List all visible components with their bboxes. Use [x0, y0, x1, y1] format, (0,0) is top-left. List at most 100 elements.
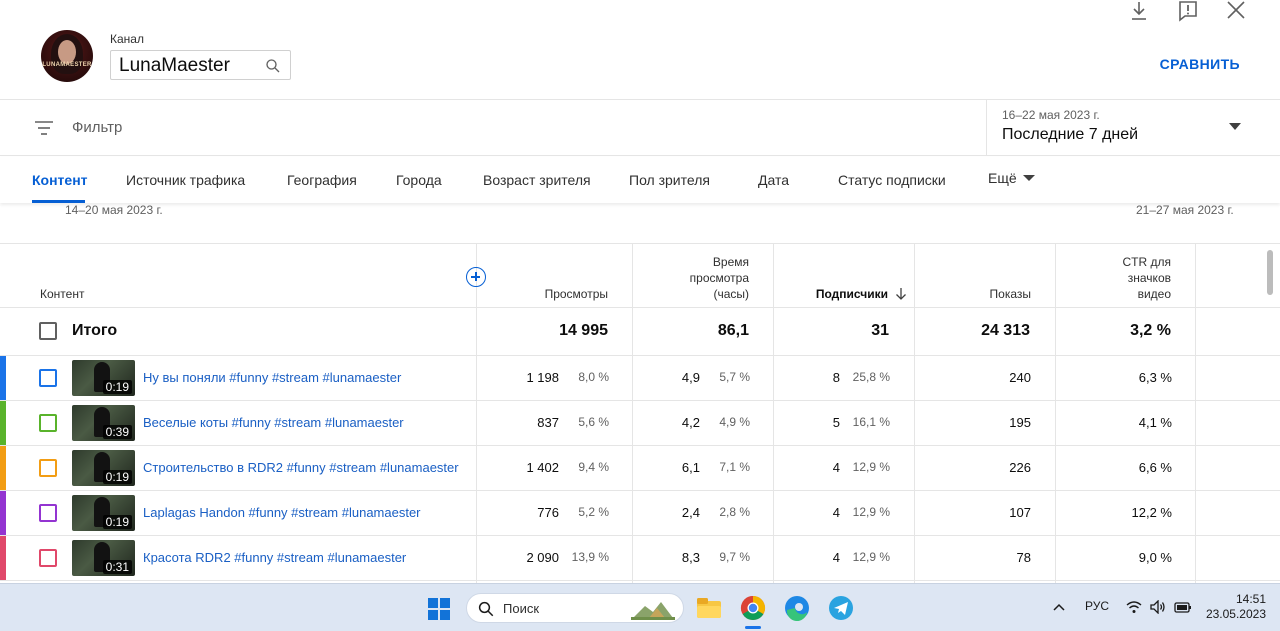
subscribers-percent: 25,8 % — [852, 370, 890, 384]
telegram-icon[interactable] — [827, 594, 855, 622]
video-duration: 0:19 — [102, 380, 132, 394]
table-row[interactable]: 0:39 Веселые коты #funny #stream #lunamae… — [0, 400, 1280, 445]
video-thumbnail[interactable]: 0:19 — [72, 360, 135, 396]
video-duration: 0:19 — [102, 470, 132, 484]
tab-more-label: Ещё — [988, 170, 1017, 186]
series-color-bar — [0, 491, 6, 535]
video-title-link[interactable]: Строительство в RDR2 #funny #stream #lun… — [143, 460, 459, 475]
clock-time: 14:51 — [1235, 592, 1266, 606]
video-thumbnail[interactable]: 0:39 — [72, 405, 135, 441]
date-range: 16–22 мая 2023 г. — [1002, 108, 1100, 122]
video-title-link[interactable]: Веселые коты #funny #stream #lunamaester — [143, 415, 404, 430]
download-icon[interactable] — [1127, 0, 1151, 24]
row-checkbox[interactable] — [39, 459, 57, 477]
search-highlight-icon — [631, 602, 675, 620]
header-subscribers-label: Подписчики — [815, 287, 888, 301]
period-right: 21–27 мая 2023 г. — [1136, 203, 1234, 217]
channel-avatar[interactable]: LUNAMAESTER — [41, 30, 93, 82]
table-row[interactable]: 0:31 Красота RDR2 #funny #stream #lunamae… — [0, 535, 1280, 580]
header-subscribers[interactable]: Подписчики — [773, 244, 914, 308]
watch-time-percent: 2,8 % — [719, 505, 750, 519]
header-ctr-line3: видео — [1137, 287, 1171, 301]
header-ctr-line2: значков — [1127, 271, 1171, 285]
watch-time-percent: 7,1 % — [719, 460, 750, 474]
total-row: Итого 14 995 86,1 31 24 313 3,2 % — [0, 307, 1280, 355]
filter-input[interactable]: Фильтр — [72, 119, 122, 136]
tab-more[interactable]: Ещё — [988, 170, 1035, 186]
feedback-icon[interactable] — [1176, 0, 1200, 24]
row-checkbox[interactable] — [39, 414, 57, 432]
views-percent: 8,0 % — [578, 370, 609, 384]
tab-cities[interactable]: Города — [396, 172, 442, 188]
watch-time-value: 6,1 — [681, 460, 700, 475]
video-thumbnail[interactable]: 0:31 — [72, 540, 135, 576]
compare-button[interactable]: СРАВНИТЬ — [1160, 56, 1240, 72]
subscribers-value: 5 — [832, 415, 840, 430]
impressions-value: 240 — [1009, 370, 1031, 385]
table-row[interactable]: 0:19 Laplagas Handon #funny #stream #luna… — [0, 490, 1280, 535]
row-checkbox[interactable] — [39, 504, 57, 522]
total-views: 14 995 — [559, 322, 608, 339]
watch-time-percent: 4,9 % — [719, 415, 750, 429]
battery-icon[interactable] — [1174, 600, 1192, 614]
header-watch-time[interactable]: Время просмотра (часы) — [632, 244, 773, 308]
filter-icon[interactable] — [34, 119, 54, 137]
header-impressions-label: Показы — [989, 287, 1031, 301]
date-period-select[interactable]: Последние 7 дней — [1002, 126, 1138, 144]
tab-date[interactable]: Дата — [758, 172, 789, 188]
tab-traffic-source[interactable]: Источник трафика — [126, 172, 245, 188]
video-thumbnail[interactable]: 0:19 — [72, 450, 135, 486]
video-title-link[interactable]: Laplagas Handon #funny #stream #lunamaes… — [143, 505, 421, 520]
chrome-icon[interactable] — [739, 594, 767, 622]
subscribers-percent: 12,9 % — [852, 505, 890, 519]
subscribers-value: 8 — [832, 370, 840, 385]
edge-icon[interactable] — [783, 594, 811, 622]
views-percent: 9,4 % — [578, 460, 609, 474]
filter-bar: Фильтр 16–22 мая 2023 г. Последние 7 дне… — [0, 100, 1280, 156]
scrollbar[interactable] — [1267, 250, 1273, 295]
search-icon[interactable] — [264, 57, 282, 75]
divider — [986, 100, 987, 156]
channel-name: LunaMaester — [119, 55, 230, 76]
header-ctr[interactable]: CTR для значков видео — [1055, 244, 1195, 308]
tab-content[interactable]: Контент — [32, 172, 88, 188]
table-row[interactable]: 0:19 Ну вы поняли #funny #stream #lunamae… — [0, 355, 1280, 400]
tab-subscription-status[interactable]: Статус подписки — [838, 172, 946, 188]
select-all-checkbox[interactable] — [39, 322, 57, 340]
search-icon — [478, 601, 494, 617]
impressions-value: 195 — [1009, 415, 1031, 430]
tab-viewer-age[interactable]: Возраст зрителя — [483, 172, 591, 188]
video-duration: 0:31 — [102, 560, 132, 574]
system-clock[interactable]: 14:51 23.05.2023 — [1206, 592, 1266, 622]
channel-selector[interactable]: LunaMaester — [110, 50, 291, 80]
tab-geography[interactable]: География — [287, 172, 357, 188]
video-duration: 0:39 — [102, 425, 132, 439]
close-icon[interactable] — [1224, 0, 1248, 24]
row-checkbox[interactable] — [39, 369, 57, 387]
video-title-link[interactable]: Ну вы поняли #funny #stream #lunamaester — [143, 370, 401, 385]
video-thumbnail[interactable]: 0:19 — [72, 495, 135, 531]
language-indicator[interactable]: РУС — [1085, 599, 1109, 613]
table-row[interactable]: 0:19 Строительство в RDR2 #funny #stream … — [0, 445, 1280, 490]
header-impressions[interactable]: Показы — [914, 244, 1055, 308]
tab-viewer-gender[interactable]: Пол зрителя — [629, 172, 710, 188]
chevron-up-icon[interactable] — [1052, 601, 1066, 615]
taskbar: Поиск РУС 14:51 23.05.2023 — [0, 583, 1280, 631]
logo-square — [440, 610, 450, 620]
chevron-down-icon[interactable] — [1229, 123, 1241, 130]
file-explorer-icon[interactable] — [695, 594, 723, 622]
wifi-icon[interactable] — [1126, 600, 1142, 614]
watch-time-percent: 5,7 % — [719, 370, 750, 384]
taskbar-search[interactable]: Поиск — [466, 593, 684, 623]
windows-start-icon[interactable] — [428, 598, 450, 620]
volume-icon[interactable] — [1150, 600, 1166, 614]
views-percent: 5,2 % — [578, 505, 609, 519]
period-left: 14–20 мая 2023 г. — [65, 203, 163, 217]
impressions-value: 107 — [1009, 505, 1031, 520]
header-views[interactable]: Просмотры — [476, 244, 632, 308]
views-value: 1 402 — [526, 460, 559, 475]
total-subscribers: 31 — [871, 322, 889, 339]
avatar-face — [58, 40, 76, 64]
video-title-link[interactable]: Красота RDR2 #funny #stream #lunamaester — [143, 550, 406, 565]
row-checkbox[interactable] — [39, 549, 57, 567]
